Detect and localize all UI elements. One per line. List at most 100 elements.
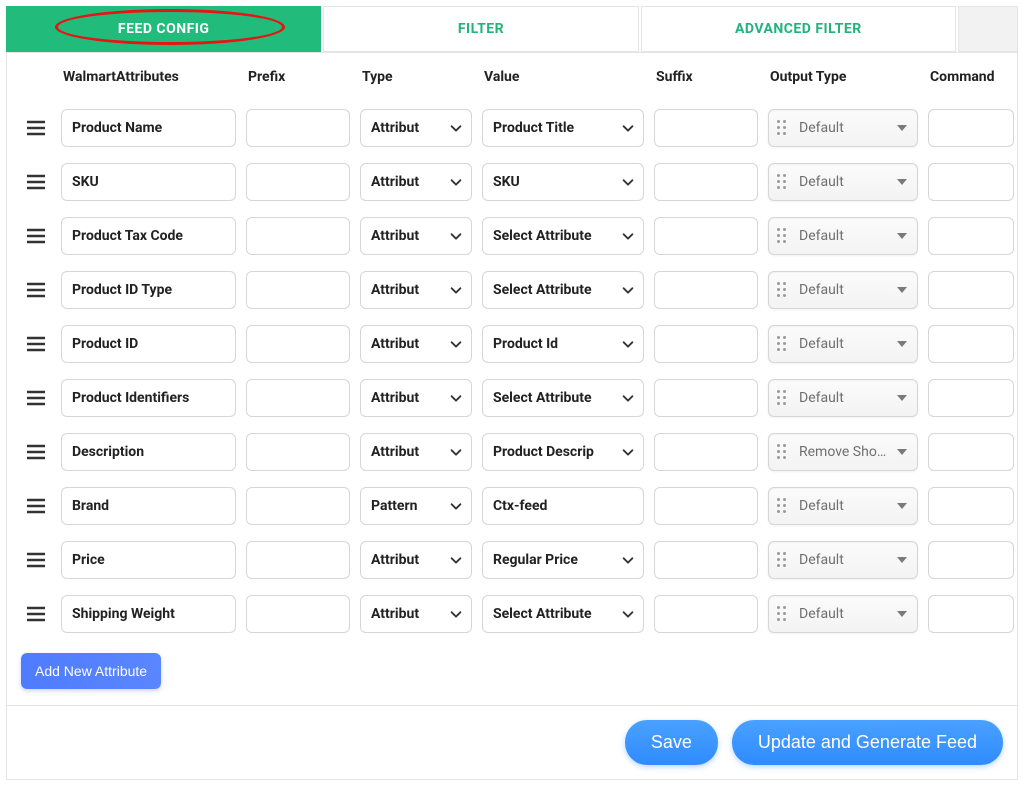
suffix-input[interactable] <box>654 109 758 147</box>
add-attribute-button[interactable]: Add New Attribute <box>21 653 161 689</box>
walmart-attribute-input[interactable]: Product ID <box>61 325 236 363</box>
suffix-input[interactable] <box>654 541 758 579</box>
value-select[interactable]: Product Descrip <box>482 433 644 471</box>
save-button[interactable]: Save <box>625 720 718 765</box>
grip-dots-icon <box>777 282 787 298</box>
prefix-input[interactable] <box>246 541 350 579</box>
prefix-input[interactable] <box>246 217 350 255</box>
caret-down-icon <box>897 179 907 185</box>
prefix-input[interactable] <box>246 433 350 471</box>
drag-handle-icon[interactable] <box>21 444 51 460</box>
col-command: Command <box>928 61 1014 93</box>
drag-handle-icon[interactable] <box>21 552 51 568</box>
command-input[interactable] <box>928 271 1014 309</box>
command-input[interactable] <box>928 217 1014 255</box>
tab-spacer <box>958 6 1018 52</box>
suffix-input[interactable] <box>654 379 758 417</box>
command-input[interactable] <box>928 541 1014 579</box>
drag-handle-icon[interactable] <box>21 498 51 514</box>
chevron-down-icon <box>621 607 635 621</box>
type-select[interactable]: Attribut <box>360 271 472 309</box>
suffix-input[interactable] <box>654 271 758 309</box>
drag-handle-icon[interactable] <box>21 174 51 190</box>
value-select[interactable]: Product Title <box>482 109 644 147</box>
table-row: Product ID Type Attribut Select Attribut… <box>7 263 1017 317</box>
output-type-select[interactable]: Default <box>768 163 918 201</box>
output-type-select[interactable]: Default <box>768 325 918 363</box>
chevron-down-icon <box>621 229 635 243</box>
walmart-attribute-input[interactable]: Product Tax Code <box>61 217 236 255</box>
value-select[interactable]: Product Id <box>482 325 644 363</box>
walmart-attribute-input[interactable]: Product Name <box>61 109 236 147</box>
grip-dots-icon <box>777 444 787 460</box>
footer-actions: Save Update and Generate Feed <box>7 705 1017 779</box>
drag-handle-icon[interactable] <box>21 336 51 352</box>
tab-advanced-filter[interactable]: ADVANCED FILTER <box>641 6 956 52</box>
drag-handle-icon[interactable] <box>21 282 51 298</box>
command-input[interactable] <box>928 487 1014 525</box>
suffix-input[interactable] <box>654 595 758 633</box>
output-type-select[interactable]: Default <box>768 487 918 525</box>
output-type-select[interactable]: Default <box>768 109 918 147</box>
suffix-input[interactable] <box>654 433 758 471</box>
value-select[interactable]: Select Attribute <box>482 271 644 309</box>
suffix-input[interactable] <box>654 487 758 525</box>
type-select[interactable]: Attribut <box>360 379 472 417</box>
prefix-input[interactable] <box>246 325 350 363</box>
type-select[interactable]: Attribut <box>360 109 472 147</box>
drag-handle-icon[interactable] <box>21 606 51 622</box>
walmart-attribute-input[interactable]: Product Identifiers <box>61 379 236 417</box>
tab-label: FILTER <box>458 21 504 37</box>
type-select[interactable]: Attribut <box>360 433 472 471</box>
prefix-input[interactable] <box>246 487 350 525</box>
suffix-input[interactable] <box>654 163 758 201</box>
value-select[interactable]: Ctx-feed <box>482 487 644 525</box>
type-select[interactable]: Attribut <box>360 217 472 255</box>
walmart-attribute-input[interactable]: Price <box>61 541 236 579</box>
table-row: SKU Attribut SKU Default <box>7 155 1017 209</box>
type-select[interactable]: Attribut <box>360 325 472 363</box>
prefix-input[interactable] <box>246 163 350 201</box>
command-input[interactable] <box>928 163 1014 201</box>
suffix-input[interactable] <box>654 325 758 363</box>
command-input[interactable] <box>928 109 1014 147</box>
value-select[interactable]: Select Attribute <box>482 217 644 255</box>
value-select[interactable]: Select Attribute <box>482 379 644 417</box>
walmart-attribute-input[interactable]: Description <box>61 433 236 471</box>
command-input[interactable] <box>928 433 1014 471</box>
value-select[interactable]: Select Attribute <box>482 595 644 633</box>
output-type-select[interactable]: Default <box>768 217 918 255</box>
walmart-attribute-input[interactable]: Product ID Type <box>61 271 236 309</box>
prefix-input[interactable] <box>246 379 350 417</box>
command-input[interactable] <box>928 595 1014 633</box>
output-type-select[interactable]: Default <box>768 595 918 633</box>
suffix-input[interactable] <box>654 217 758 255</box>
prefix-input[interactable] <box>246 109 350 147</box>
type-select[interactable]: Attribut <box>360 163 472 201</box>
tab-filter[interactable]: FILTER <box>323 6 638 52</box>
tab-feed-config[interactable]: FEED CONFIG <box>6 6 321 52</box>
command-input[interactable] <box>928 325 1014 363</box>
type-select[interactable]: Pattern <box>360 487 472 525</box>
value-select[interactable]: Regular Price <box>482 541 644 579</box>
drag-handle-icon[interactable] <box>21 390 51 406</box>
prefix-input[interactable] <box>246 271 350 309</box>
walmart-attribute-input[interactable]: SKU <box>61 163 236 201</box>
drag-handle-icon[interactable] <box>21 120 51 136</box>
chevron-down-icon <box>621 391 635 405</box>
output-type-select[interactable]: Default <box>768 271 918 309</box>
walmart-attribute-input[interactable]: Brand <box>61 487 236 525</box>
chevron-down-icon <box>449 445 463 459</box>
output-type-select[interactable]: Default <box>768 379 918 417</box>
prefix-input[interactable] <box>246 595 350 633</box>
col-value: Value <box>482 61 644 93</box>
command-input[interactable] <box>928 379 1014 417</box>
output-type-select[interactable]: Default <box>768 541 918 579</box>
type-select[interactable]: Attribut <box>360 595 472 633</box>
type-select[interactable]: Attribut <box>360 541 472 579</box>
walmart-attribute-input[interactable]: Shipping Weight <box>61 595 236 633</box>
update-generate-button[interactable]: Update and Generate Feed <box>732 720 1003 765</box>
output-type-select[interactable]: Remove Short... <box>768 433 918 471</box>
drag-handle-icon[interactable] <box>21 228 51 244</box>
value-select[interactable]: SKU <box>482 163 644 201</box>
